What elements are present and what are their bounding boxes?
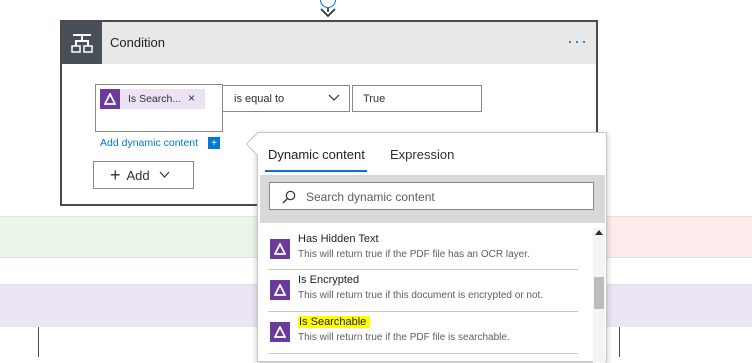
condition-left-operand[interactable]: Is Search... ×	[95, 84, 223, 132]
list-item-title: Is Searchable	[298, 316, 371, 328]
no-branch-lane	[600, 216, 752, 257]
chevron-down-icon	[159, 171, 170, 178]
search-icon	[282, 190, 296, 204]
plus-icon: +	[110, 165, 121, 185]
tab-dynamic-content[interactable]: Dynamic content	[268, 147, 365, 162]
more-options-icon[interactable]: ···	[567, 31, 588, 52]
list-item-description: This will return true if this document i…	[298, 290, 544, 301]
list-item[interactable]: Is Encrypted This will return true if th…	[268, 271, 578, 312]
dynamic-token[interactable]: Is Search... ×	[100, 89, 205, 109]
condition-value-input[interactable]: True	[352, 85, 482, 112]
list-item-title: Has Hidden Text	[298, 233, 379, 245]
chevron-down-icon	[328, 94, 340, 101]
operator-select[interactable]: is equal to	[222, 85, 350, 112]
operator-value: is equal to	[234, 93, 285, 105]
condition-split-icon	[62, 22, 102, 64]
list-item-title: Is Encrypted	[298, 274, 360, 286]
active-tab-indicator	[265, 170, 367, 172]
list-item[interactable]: Has Hidden Text This will return true if…	[268, 230, 578, 270]
condition-header[interactable]: Condition ···	[62, 22, 596, 64]
tab-expression[interactable]: Expression	[390, 147, 454, 162]
list-item-description: This will return true if the PDF file ha…	[298, 249, 530, 260]
add-dynamic-content-link[interactable]: Add dynamic content	[100, 137, 198, 149]
delta-icon	[270, 239, 290, 259]
list-item-description: This will return true if the PDF file is…	[298, 332, 510, 343]
remove-token-icon[interactable]: ×	[188, 91, 195, 105]
delta-icon	[100, 89, 120, 109]
search-placeholder: Search dynamic content	[306, 190, 435, 204]
dynamic-content-panel: Dynamic content Expression Search dynami…	[245, 132, 607, 363]
arrow-down-icon	[320, 8, 336, 18]
connector-line-left	[38, 327, 39, 357]
delta-icon	[270, 280, 290, 300]
search-input[interactable]: Search dynamic content	[269, 182, 594, 210]
add-button-label: Add	[126, 167, 150, 183]
insert-step-icon[interactable]	[320, 0, 336, 8]
token-label: Is Search...	[128, 93, 182, 105]
connector-line-right	[619, 327, 620, 357]
scrollbar-thumb[interactable]	[594, 277, 604, 309]
delta-icon	[270, 322, 290, 342]
list-item[interactable]: Is Searchable This will return true if t…	[268, 313, 578, 354]
condition-title: Condition	[110, 35, 165, 50]
add-dynamic-content-icon[interactable]: +	[208, 137, 220, 149]
scroll-up-icon[interactable]	[594, 228, 604, 238]
add-button[interactable]: + Add	[93, 161, 194, 189]
